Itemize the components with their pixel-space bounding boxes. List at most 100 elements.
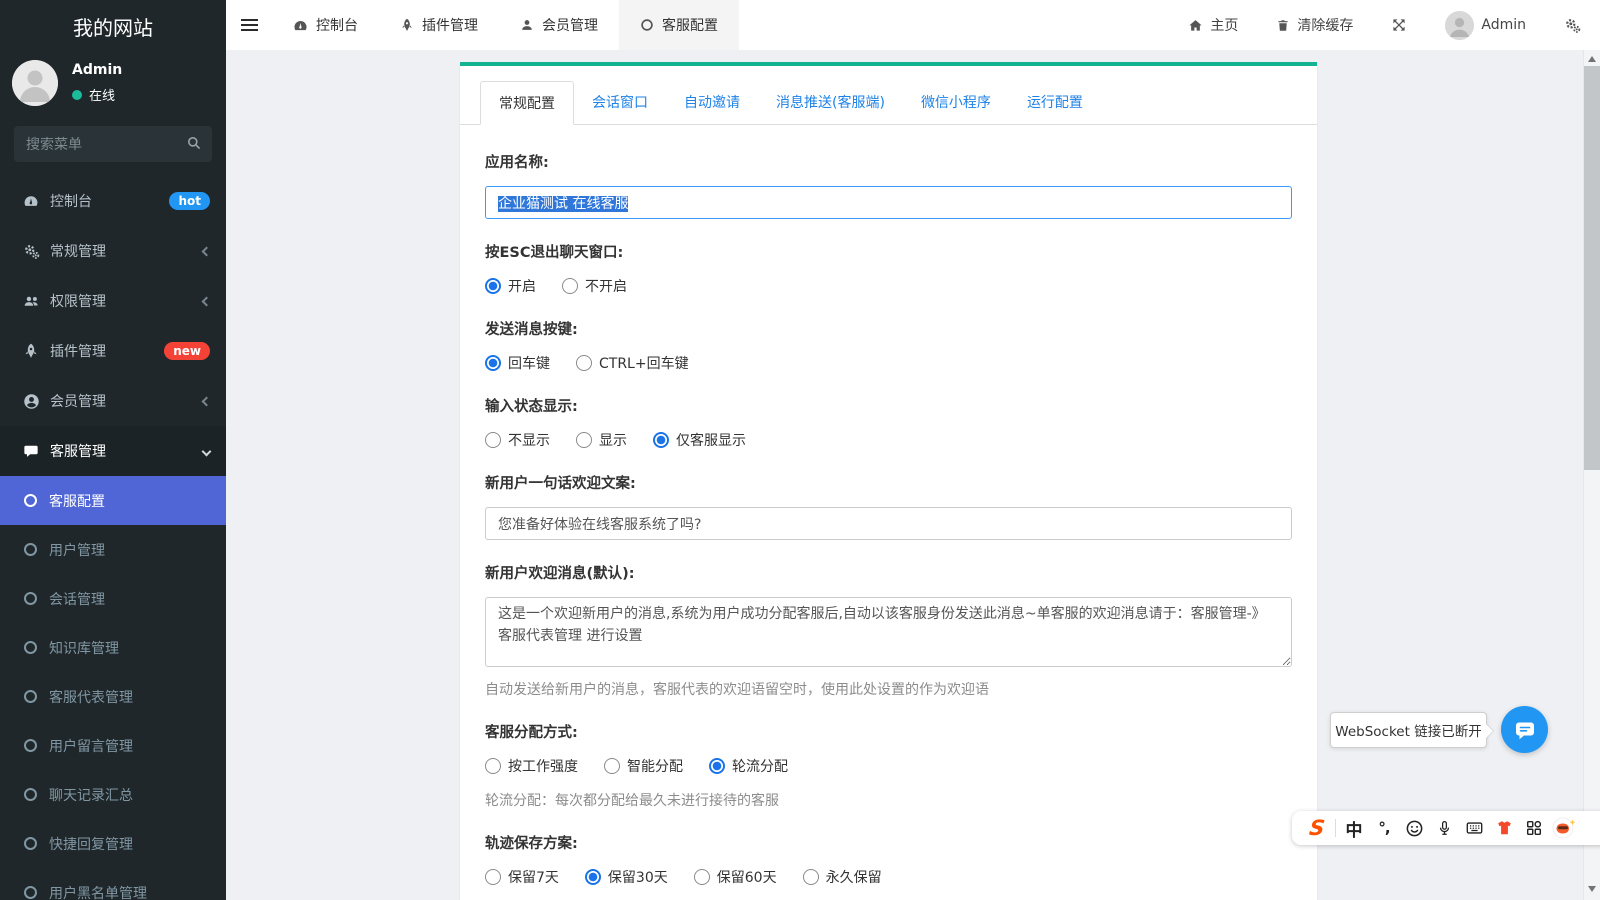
scrollbar-thumb[interactable] bbox=[1584, 66, 1600, 470]
chat-icon bbox=[1512, 717, 1538, 743]
radio-label: 不显示 bbox=[508, 430, 550, 450]
assign-mode-help: 轮流分配：每次都分配给最久未进行接待的客服 bbox=[485, 790, 1292, 810]
tab-message-push[interactable]: 消息推送(客服端) bbox=[758, 81, 903, 125]
new-badge: new bbox=[164, 342, 210, 360]
gauge-icon bbox=[22, 192, 40, 210]
skin-theme-icon[interactable] bbox=[1489, 811, 1519, 845]
clear-cache-label: 清除缓存 bbox=[1297, 15, 1353, 35]
rocket-icon bbox=[400, 18, 414, 32]
tab-chat-window[interactable]: 会话窗口 bbox=[574, 81, 666, 125]
radio-option[interactable]: 仅客服显示 bbox=[653, 430, 746, 450]
app-name-input[interactable]: 企业猫测试 在线客服 bbox=[485, 186, 1292, 219]
radio-icon bbox=[709, 758, 725, 774]
selected-text: 企业猫测试 在线客服 bbox=[498, 196, 628, 212]
circle-icon bbox=[24, 739, 37, 752]
menu-search-input[interactable] bbox=[14, 126, 212, 162]
ime-punctuation-toggle[interactable]: °, bbox=[1369, 811, 1399, 845]
sidebar-item-members[interactable]: 会员管理 bbox=[0, 376, 226, 426]
radio-option[interactable]: 显示 bbox=[576, 430, 627, 450]
sidebar-item-general[interactable]: 常规管理 bbox=[0, 226, 226, 276]
tab-auto-invite[interactable]: 自动邀请 bbox=[666, 81, 758, 125]
hamburger-menu-icon[interactable] bbox=[226, 0, 272, 50]
welcome-oneliner-input[interactable] bbox=[485, 507, 1292, 540]
radio-group-typing-status: 不显示 显示 仅客服显示 bbox=[485, 430, 1292, 450]
ime-language-toggle[interactable]: 中 bbox=[1339, 811, 1369, 845]
radio-icon bbox=[485, 758, 501, 774]
chevron-left-icon bbox=[202, 396, 212, 406]
radio-option[interactable]: 保留30天 bbox=[585, 867, 668, 887]
tab-general-config[interactable]: 常规配置 bbox=[480, 81, 574, 125]
submenu-label: 客服配置 bbox=[49, 491, 105, 511]
toolbox-grid-icon[interactable] bbox=[1519, 811, 1549, 845]
submenu-item-message-mgmt[interactable]: 用户留言管理 bbox=[0, 721, 226, 770]
radio-group-track-retention: 保留7天 保留30天 保留60天 永久保留 bbox=[485, 867, 1292, 887]
comment-icon bbox=[22, 442, 40, 460]
welcome-message-textarea[interactable]: 这是一个欢迎新用户的消息,系统为用户成功分配客服后,自动以该客服身份发送此消息~… bbox=[485, 597, 1292, 667]
config-tabs: 常规配置 会话窗口 自动邀请 消息推送(客服端) 微信小程序 运行配置 bbox=[460, 66, 1317, 125]
scroll-down-arrow-icon[interactable] bbox=[1588, 886, 1596, 892]
submenu-item-blacklist[interactable]: 用户黑名单管理 bbox=[0, 868, 226, 900]
submenu-item-quickreply[interactable]: 快捷回复管理 bbox=[0, 819, 226, 868]
rocket-icon bbox=[22, 342, 40, 360]
radio-option[interactable]: 按工作强度 bbox=[485, 756, 578, 776]
topbar-tab-dashboard[interactable]: 控制台 bbox=[272, 0, 379, 50]
radio-option[interactable]: 开启 bbox=[485, 276, 536, 296]
submenu-item-agent-mgmt[interactable]: 客服代表管理 bbox=[0, 672, 226, 721]
sidebar-item-label: 常规管理 bbox=[50, 241, 193, 261]
radio-option[interactable]: 保留7天 bbox=[485, 867, 559, 887]
radio-icon bbox=[485, 278, 501, 294]
radio-option[interactable]: 轮流分配 bbox=[709, 756, 788, 776]
websocket-tooltip: WebSocket 链接已断开 bbox=[1330, 712, 1487, 748]
topbar-tab-members[interactable]: 会员管理 bbox=[499, 0, 619, 50]
sidebar-menu: 控制台 hot 常规管理 权限管理 插件管理 new 会员管理 客服管理 bbox=[0, 176, 226, 476]
scroll-up-arrow-icon[interactable] bbox=[1588, 56, 1596, 62]
ai-assistant-icon[interactable] bbox=[1549, 811, 1579, 845]
clear-cache-button[interactable]: 清除缓存 bbox=[1257, 0, 1372, 50]
sidebar-item-dashboard[interactable]: 控制台 hot bbox=[0, 176, 226, 226]
radio-icon bbox=[485, 432, 501, 448]
tab-runtime-config[interactable]: 运行配置 bbox=[1009, 81, 1101, 125]
radio-option[interactable]: 保留60天 bbox=[694, 867, 777, 887]
fullscreen-button[interactable] bbox=[1372, 0, 1426, 50]
sogou-logo-icon[interactable]: S bbox=[1300, 811, 1335, 845]
radio-option[interactable]: 回车键 bbox=[485, 353, 550, 373]
radio-option[interactable]: 永久保留 bbox=[803, 867, 882, 887]
emoji-icon[interactable] bbox=[1399, 811, 1429, 845]
radio-label: 永久保留 bbox=[826, 867, 882, 887]
user-avatar bbox=[12, 60, 58, 106]
circle-icon bbox=[24, 592, 37, 605]
sidebar-item-plugins[interactable]: 插件管理 new bbox=[0, 326, 226, 376]
config-form: 应用名称: 企业猫测试 在线客服 按ESC退出聊天窗口: 开启 不开启 发送消息… bbox=[460, 125, 1317, 900]
user-status: 在线 bbox=[89, 85, 115, 104]
topbar-tab-plugins[interactable]: 插件管理 bbox=[379, 0, 499, 50]
site-title: 我的网站 bbox=[0, 0, 226, 52]
sidebar-item-label: 权限管理 bbox=[50, 291, 193, 311]
submenu-item-knowledge-mgmt[interactable]: 知识库管理 bbox=[0, 623, 226, 672]
radio-option[interactable]: 智能分配 bbox=[604, 756, 683, 776]
settings-button[interactable] bbox=[1545, 0, 1600, 50]
submenu-item-session-mgmt[interactable]: 会话管理 bbox=[0, 574, 226, 623]
sidebar-item-service[interactable]: 客服管理 bbox=[0, 426, 226, 476]
avatar bbox=[1445, 11, 1474, 40]
keyboard-icon[interactable] bbox=[1459, 811, 1489, 845]
microphone-icon[interactable] bbox=[1429, 811, 1459, 845]
chat-bubble-button[interactable] bbox=[1501, 706, 1548, 753]
radio-label: 开启 bbox=[508, 276, 536, 296]
user-menu[interactable]: Admin bbox=[1426, 0, 1545, 50]
tab-wechat-miniprogram[interactable]: 微信小程序 bbox=[903, 81, 1009, 125]
user-menu-label: Admin bbox=[1481, 17, 1526, 33]
topbar-tab-service-config[interactable]: 客服配置 bbox=[619, 0, 739, 50]
radio-option[interactable]: 不开启 bbox=[562, 276, 627, 296]
radio-label: 显示 bbox=[599, 430, 627, 450]
config-card: 常规配置 会话窗口 自动邀请 消息推送(客服端) 微信小程序 运行配置 应用名称… bbox=[460, 62, 1317, 900]
radio-option[interactable]: 不显示 bbox=[485, 430, 550, 450]
field-label-esc-exit: 按ESC退出聊天窗口: bbox=[485, 241, 1292, 262]
page-scrollbar[interactable] bbox=[1583, 50, 1600, 900]
submenu-item-chatlog[interactable]: 聊天记录汇总 bbox=[0, 770, 226, 819]
sidebar-item-permissions[interactable]: 权限管理 bbox=[0, 276, 226, 326]
submenu-item-user-mgmt[interactable]: 用户管理 bbox=[0, 525, 226, 574]
submenu-item-service-config[interactable]: 客服配置 bbox=[0, 476, 226, 525]
radio-option[interactable]: CTRL+回车键 bbox=[576, 353, 689, 373]
home-link[interactable]: 主页 bbox=[1169, 0, 1257, 50]
user-circle-icon bbox=[22, 392, 40, 410]
